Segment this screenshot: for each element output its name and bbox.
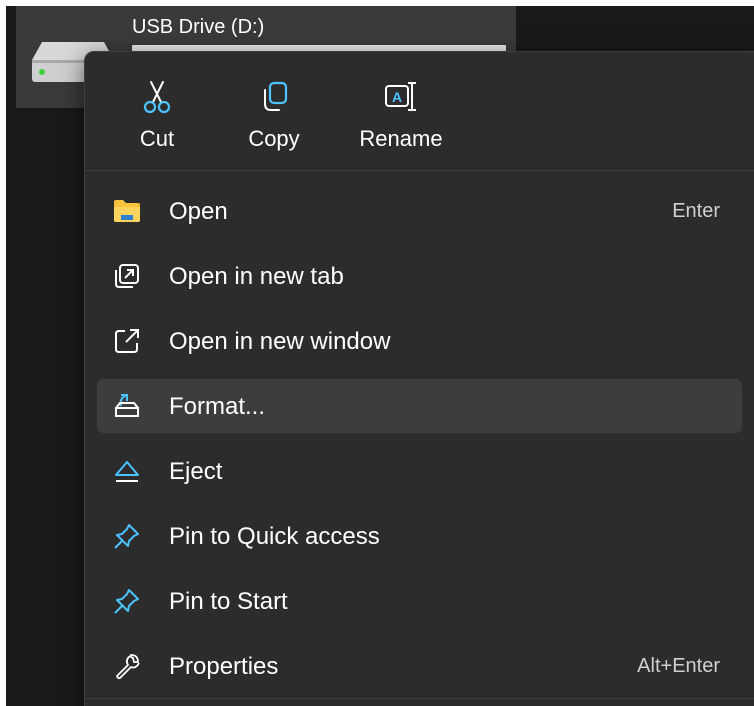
cut-button[interactable]: Cut bbox=[107, 72, 207, 158]
format-icon bbox=[115, 394, 139, 417]
rename-icon: A bbox=[385, 82, 416, 111]
explorer-background: USB Drive (D:) Cut Copy A Rename Open En… bbox=[6, 6, 754, 706]
menu-item-label: Open in new window bbox=[169, 328, 391, 355]
menu-separator bbox=[85, 698, 754, 699]
menu-item-label: Pin to Quick access bbox=[169, 523, 380, 550]
menu-item-label: Open in new tab bbox=[169, 263, 344, 290]
quick-actions-row: Cut Copy A Rename bbox=[85, 52, 754, 170]
cut-label: Cut bbox=[139, 126, 175, 151]
menu-item-pin-start[interactable]: Pin to Start bbox=[97, 574, 742, 628]
menu-item-open[interactable]: Open Enter bbox=[97, 184, 742, 238]
menu-item-pin-quick-access[interactable]: Pin to Quick access bbox=[97, 509, 742, 563]
wrench-icon bbox=[116, 654, 140, 680]
menu-separator bbox=[85, 170, 754, 171]
rename-label: Rename bbox=[359, 126, 443, 151]
rename-button[interactable]: A Rename bbox=[351, 72, 451, 158]
context-menu: Cut Copy A Rename Open Enter Open in new… bbox=[84, 51, 754, 706]
menu-item-label: Eject bbox=[169, 458, 223, 485]
menu-item-eject[interactable]: Eject bbox=[97, 444, 742, 498]
menu-item-format[interactable]: Format... bbox=[97, 379, 742, 433]
scissors-icon bbox=[143, 81, 171, 114]
svg-text:A: A bbox=[392, 89, 402, 105]
folder-icon bbox=[114, 200, 140, 222]
pin-icon bbox=[114, 524, 139, 549]
menu-item-open-new-tab[interactable]: Open in new tab bbox=[97, 249, 742, 303]
menu-item-properties[interactable]: Properties Alt+Enter bbox=[97, 639, 742, 693]
menu-item-label: Open bbox=[169, 198, 228, 225]
menu-item-label: Format... bbox=[169, 393, 266, 420]
new-tab-icon bbox=[115, 264, 139, 288]
menu-item-label: Properties bbox=[169, 653, 279, 680]
menu-item-open-new-window[interactable]: Open in new window bbox=[97, 314, 742, 368]
pin-icon bbox=[114, 589, 139, 614]
drive-name: USB Drive (D:) bbox=[132, 16, 265, 38]
copy-button[interactable]: Copy bbox=[224, 72, 324, 158]
new-window-icon bbox=[115, 329, 139, 353]
menu-item-shortcut: Alt+Enter bbox=[637, 655, 720, 677]
menu-item-shortcut: Enter bbox=[672, 200, 720, 222]
copy-icon bbox=[264, 81, 288, 111]
eject-icon bbox=[115, 461, 139, 482]
menu-item-label: Pin to Start bbox=[169, 588, 288, 615]
copy-label: Copy bbox=[248, 126, 300, 151]
